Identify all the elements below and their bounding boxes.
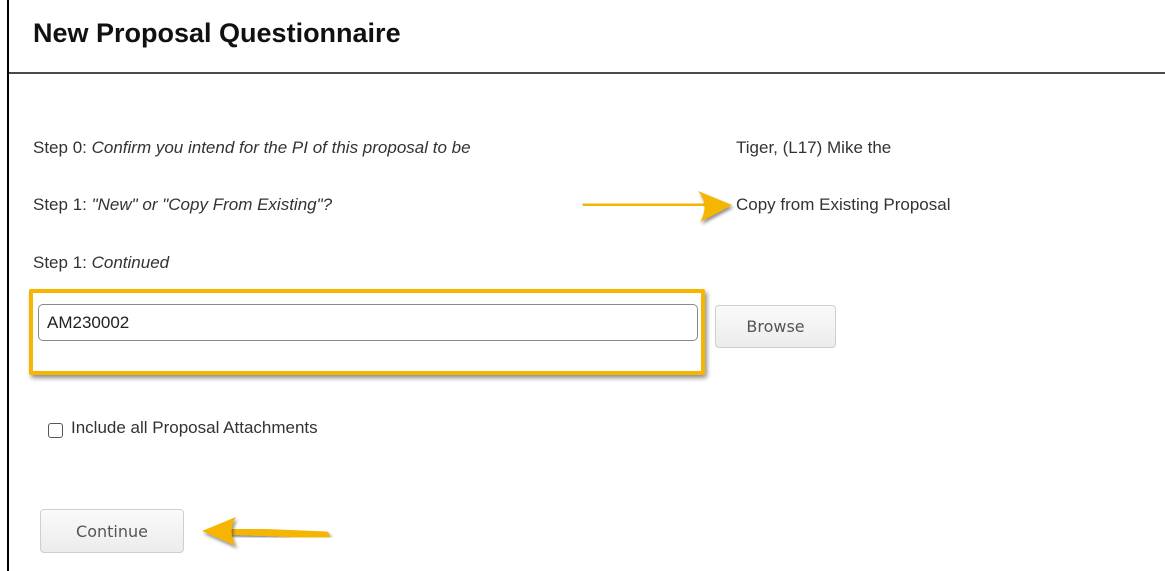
include-attachments-checkbox[interactable] bbox=[48, 422, 63, 438]
page-title: New Proposal Questionnaire bbox=[33, 18, 401, 48]
step-0-label: Step 0: Confirm you intend for the PI of… bbox=[33, 138, 471, 158]
step-0-prefix: Step 0: bbox=[33, 138, 92, 157]
browse-button[interactable]: Browse bbox=[715, 305, 836, 348]
step-1-continued-label: Step 1: Continued bbox=[33, 253, 169, 273]
left-border bbox=[7, 0, 9, 571]
include-attachments-label[interactable]: Include all Proposal Attachments bbox=[71, 418, 318, 438]
step-0-question: Confirm you intend for the PI of this pr… bbox=[91, 138, 471, 157]
step-1-label: Step 1: "New" or "Copy From Existing"? bbox=[33, 195, 332, 215]
step-1-answer: Copy from Existing Proposal bbox=[736, 195, 951, 214]
step-1-continued-text: Continued bbox=[91, 253, 170, 272]
step-1-prefix: Step 1: bbox=[33, 195, 92, 214]
arrow-left-icon bbox=[202, 517, 330, 546]
title-divider bbox=[9, 72, 1165, 74]
step-1-question: "New" or "Copy From Existing"? bbox=[91, 195, 333, 214]
arrow-right-icon bbox=[582, 191, 732, 222]
step-0-answer: Tiger, (L17) Mike the bbox=[736, 138, 892, 157]
proposal-number-input[interactable] bbox=[38, 304, 698, 341]
include-attachments-row[interactable]: Include all Proposal Attachments bbox=[48, 418, 318, 438]
questionnaire-page: New Proposal Questionnaire Step 0: Confi… bbox=[0, 0, 1165, 571]
continue-button[interactable]: Continue bbox=[40, 509, 184, 553]
step-1-continued-prefix: Step 1: bbox=[33, 253, 92, 272]
